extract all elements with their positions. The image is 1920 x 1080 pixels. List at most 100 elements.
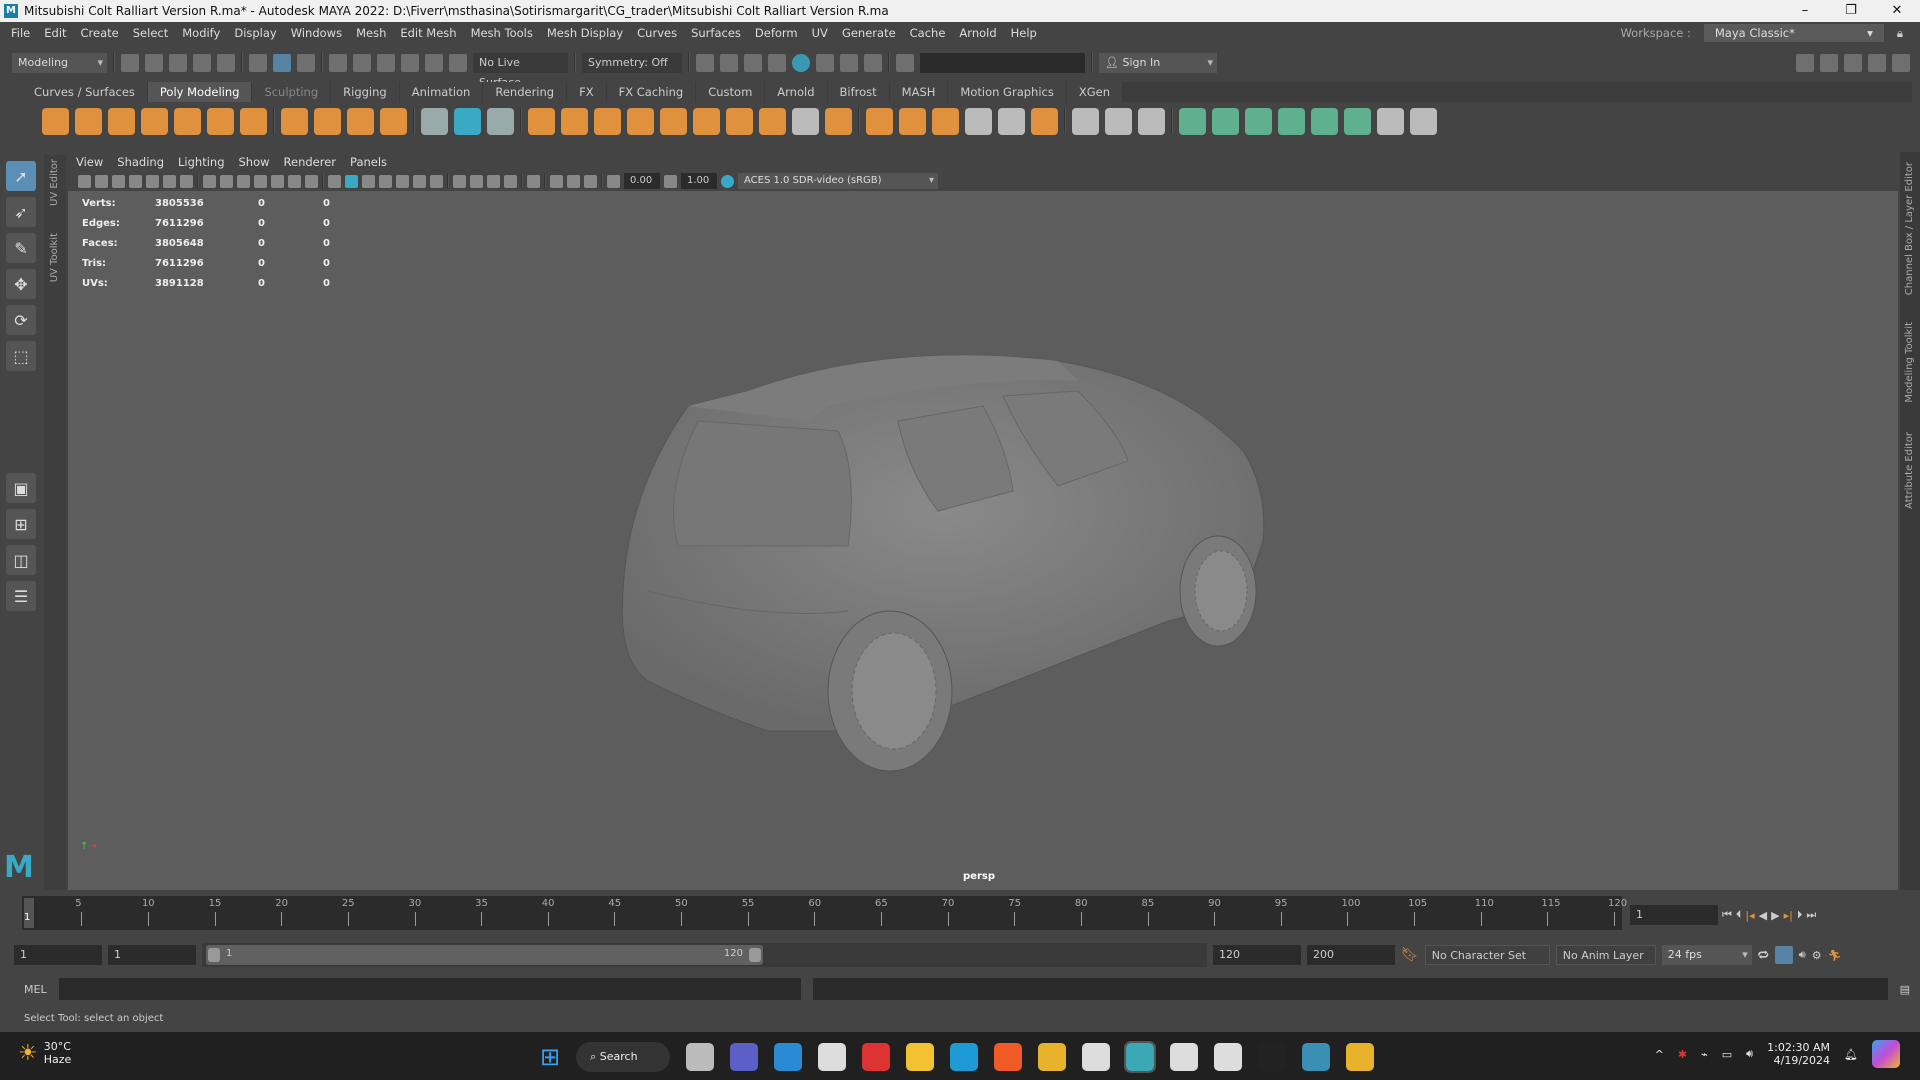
- menu-mesh-display[interactable]: Mesh Display: [547, 26, 623, 40]
- poly-cube-icon[interactable]: [75, 107, 102, 135]
- camera-icon[interactable]: [78, 174, 91, 188]
- poly-cone-icon[interactable]: [141, 107, 168, 135]
- shelf-tab-sculpting[interactable]: Sculpting: [252, 82, 331, 102]
- menu-uv[interactable]: UV: [812, 26, 828, 40]
- color-management-toggle-icon[interactable]: [721, 174, 734, 188]
- menu-set-dropdown[interactable]: Modeling: [12, 53, 107, 73]
- go-to-start-icon[interactable]: ⏮: [1722, 908, 1732, 922]
- sweep-icon[interactable]: [421, 107, 448, 135]
- clock-time[interactable]: 1:02:30 AM: [1767, 1041, 1830, 1054]
- scale-tool-icon[interactable]: ⬚: [6, 341, 36, 371]
- lights-icon[interactable]: [413, 174, 426, 188]
- range-start-handle[interactable]: [208, 948, 220, 962]
- boolean-icon[interactable]: [660, 107, 687, 135]
- shelf-tab-bifrost[interactable]: Bifrost: [827, 82, 889, 102]
- fill-hole-icon[interactable]: [825, 107, 852, 135]
- poly-sphere-icon[interactable]: [42, 107, 69, 135]
- anim-preferences-icon[interactable]: ⚙: [1812, 949, 1822, 962]
- four-view-layout-icon[interactable]: ⊞: [6, 509, 36, 539]
- panel-menu-shading[interactable]: Shading: [117, 155, 164, 169]
- go-to-end-icon[interactable]: ⏭: [1806, 908, 1816, 922]
- tool-settings-icon[interactable]: [1868, 54, 1886, 72]
- render-view-icon[interactable]: [696, 54, 714, 72]
- film-gate-icon[interactable]: [220, 174, 233, 188]
- copilot-icon[interactable]: [1872, 1040, 1900, 1068]
- exposure-field[interactable]: 0.00: [624, 173, 660, 189]
- maya-alt-icon[interactable]: [1302, 1043, 1331, 1071]
- playback-end-field[interactable]: 120: [1213, 945, 1301, 965]
- modeling-toolkit-icon[interactable]: [1796, 54, 1814, 72]
- current-time-marker[interactable]: 1: [24, 898, 34, 928]
- store-icon[interactable]: [818, 1043, 847, 1071]
- shelf-tab-xgen[interactable]: XGen: [1066, 82, 1122, 102]
- bevel-icon[interactable]: [454, 107, 481, 135]
- checker-icon[interactable]: [1344, 107, 1371, 135]
- safe-action-icon[interactable]: [288, 174, 301, 188]
- input-line-mode-icon[interactable]: [896, 54, 914, 72]
- panel-menu-renderer[interactable]: Renderer: [284, 155, 337, 169]
- snap-grid-icon[interactable]: [329, 54, 347, 72]
- lock-icon[interactable]: 🔒︎: [1897, 26, 1903, 41]
- shelf-tab-fx[interactable]: FX: [567, 82, 606, 102]
- select-hierarchy-icon[interactable]: [249, 54, 267, 72]
- select-tool-icon[interactable]: ➚: [6, 161, 36, 191]
- gamma-icon[interactable]: [664, 174, 677, 188]
- snap-distance-icon[interactable]: [449, 54, 467, 72]
- shelf-tab-mash[interactable]: MASH: [889, 82, 948, 102]
- xray-icon[interactable]: [550, 174, 563, 188]
- taskbar-search[interactable]: ⌕ Search: [576, 1042, 671, 1072]
- panel-menu-view[interactable]: View: [76, 155, 103, 169]
- ipr-render-icon[interactable]: [744, 54, 762, 72]
- snap-curve-icon[interactable]: [353, 54, 371, 72]
- poly-plane-icon[interactable]: [207, 107, 234, 135]
- channel-box-icon[interactable]: [1892, 54, 1910, 72]
- poly-disc-icon[interactable]: [240, 107, 267, 135]
- depth-of-field-icon[interactable]: [504, 174, 517, 188]
- live-surface-field[interactable]: No Live Surface: [473, 53, 568, 89]
- uv-toolkit-tab[interactable]: UV Toolkit: [49, 233, 60, 282]
- safe-title-icon[interactable]: [305, 174, 318, 188]
- lock-camera-icon[interactable]: [95, 174, 108, 188]
- auto-key-icon[interactable]: [1774, 946, 1793, 964]
- maximize-button[interactable]: ❐: [1828, 0, 1874, 22]
- unity-icon[interactable]: [1214, 1043, 1243, 1071]
- motion-blur-icon[interactable]: [470, 174, 483, 188]
- resolution-gate-icon[interactable]: [237, 174, 250, 188]
- select-object-icon[interactable]: [273, 54, 291, 72]
- menu-display[interactable]: Display: [234, 26, 276, 40]
- play-forward-icon[interactable]: ▶: [1771, 909, 1779, 922]
- select-component-icon[interactable]: [297, 54, 315, 72]
- field-chart-icon[interactable]: [271, 174, 284, 188]
- uv-editor-tab[interactable]: UV Editor: [49, 159, 60, 206]
- edge-loop-icon[interactable]: [1031, 107, 1058, 135]
- smooth-shade-icon[interactable]: [345, 174, 358, 188]
- menu-create[interactable]: Create: [81, 26, 119, 40]
- bridge-icon[interactable]: [792, 107, 819, 135]
- human-ik-icon[interactable]: [1820, 54, 1838, 72]
- current-frame-field[interactable]: 1: [1630, 905, 1718, 925]
- target-weld-icon[interactable]: [899, 107, 926, 135]
- panel-menu-lighting[interactable]: Lighting: [178, 155, 224, 169]
- shelf-tab-curves-surfaces[interactable]: Curves / Surfaces: [22, 82, 147, 102]
- paint-select-tool-icon[interactable]: ✎: [6, 233, 36, 263]
- menu-select[interactable]: Select: [133, 26, 168, 40]
- chrome-icon[interactable]: [1038, 1043, 1067, 1071]
- uv-editor-icon[interactable]: [1179, 107, 1206, 135]
- teams-icon[interactable]: [730, 1043, 759, 1071]
- shelf-tab-rigging[interactable]: Rigging: [331, 82, 399, 102]
- two-view-layout-icon[interactable]: ◫: [6, 545, 36, 575]
- weather-widget[interactable]: ☀ 30°C Haze: [18, 1040, 71, 1066]
- chrome-alt-icon[interactable]: [1346, 1043, 1375, 1071]
- uv-unfold-icon[interactable]: [1278, 107, 1305, 135]
- smooth-icon[interactable]: [627, 107, 654, 135]
- extrude-icon[interactable]: [759, 107, 786, 135]
- wireframe-icon[interactable]: [328, 174, 341, 188]
- multi-cut-icon[interactable]: [998, 107, 1025, 135]
- anti-aliasing-icon[interactable]: [487, 174, 500, 188]
- connect-icon[interactable]: [1072, 107, 1099, 135]
- attribute-editor-icon[interactable]: [1844, 54, 1862, 72]
- tray-app-icon[interactable]: ✱: [1678, 1048, 1687, 1061]
- grid-icon[interactable]: [203, 174, 216, 188]
- mel-label[interactable]: MEL: [24, 983, 47, 996]
- pause-icon[interactable]: [864, 54, 882, 72]
